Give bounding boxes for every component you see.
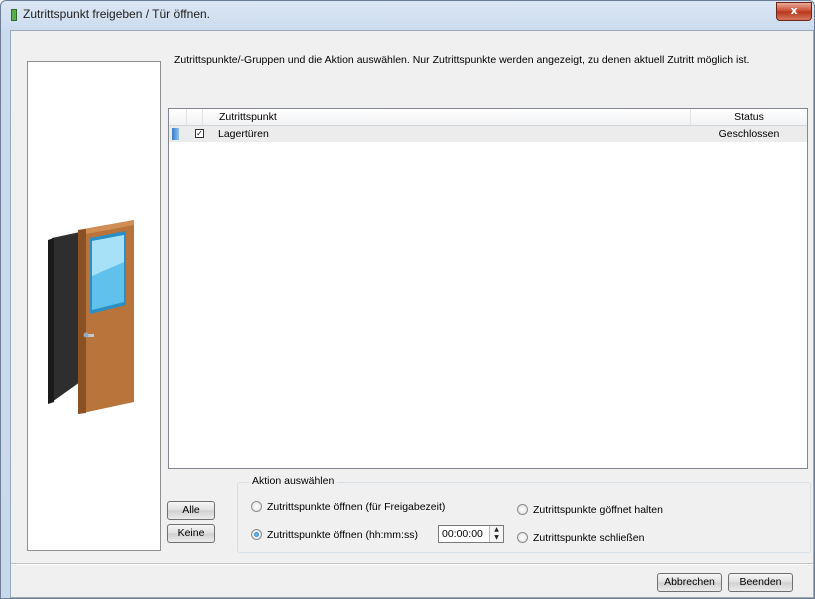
radio-label: Zutrittspunkte öffnen (für Freigabezeit) [267, 501, 446, 513]
finish-button[interactable]: Beenden [728, 573, 793, 592]
footer-separator [11, 563, 813, 565]
title-bar[interactable]: Zutrittspunkt freigeben / Tür öffnen. x [1, 1, 814, 29]
time-spinner[interactable]: ▲ ▼ [489, 526, 503, 542]
instruction-text: Zutrittspunkte/-Gruppen und die Aktion a… [174, 54, 750, 66]
window-title: Zutrittspunkt freigeben / Tür öffnen. [23, 7, 210, 21]
header-icon-column[interactable] [169, 109, 187, 125]
duration-time-input[interactable]: 00:00:00 ▲ ▼ [438, 525, 504, 543]
radio-button[interactable] [251, 501, 262, 512]
row-status: Geschlossen [718, 128, 780, 140]
select-none-button[interactable]: Keine [167, 524, 215, 543]
radio-button-selected[interactable] [251, 529, 262, 540]
close-button[interactable]: x [776, 2, 812, 21]
radio-label: Zutrittspunkte göffnet halten [533, 504, 663, 516]
radio-button[interactable] [517, 532, 528, 543]
time-value[interactable]: 00:00:00 [442, 527, 483, 541]
row-name: Lagertüren [218, 128, 269, 140]
access-point-list[interactable]: Zutrittspunkt Status ✓ Lagertüren Geschl… [168, 108, 808, 469]
radio-button[interactable] [517, 504, 528, 515]
header-status[interactable]: Status [691, 109, 807, 125]
radio-label: Zutrittspunkte öffnen (hh:mm:ss) [267, 529, 418, 541]
table-row[interactable]: ✓ Lagertüren Geschlossen [169, 126, 807, 142]
dialog-window: Zutrittspunkt freigeben / Tür öffnen. x [0, 0, 815, 599]
dialog-client-area: Zutrittspunkte/-Gruppen und die Aktion a… [10, 30, 814, 598]
row-checkbox[interactable]: ✓ [195, 129, 204, 138]
spin-down-icon[interactable]: ▼ [490, 534, 503, 542]
door-small-icon [11, 9, 17, 21]
door-status-icon [172, 128, 179, 140]
select-all-button[interactable]: Alle [167, 501, 215, 520]
header-check-column[interactable] [187, 109, 203, 125]
list-header: Zutrittspunkt Status [169, 109, 807, 126]
door-illustration-icon [48, 220, 134, 414]
action-group-legend: Aktion auswählen [249, 475, 338, 487]
radio-label: Zutrittspunkte schließen [533, 532, 645, 544]
door-image-panel [27, 61, 161, 551]
header-zutrittspunkt[interactable]: Zutrittspunkt [203, 109, 691, 125]
cancel-button[interactable]: Abbrechen [657, 573, 722, 592]
